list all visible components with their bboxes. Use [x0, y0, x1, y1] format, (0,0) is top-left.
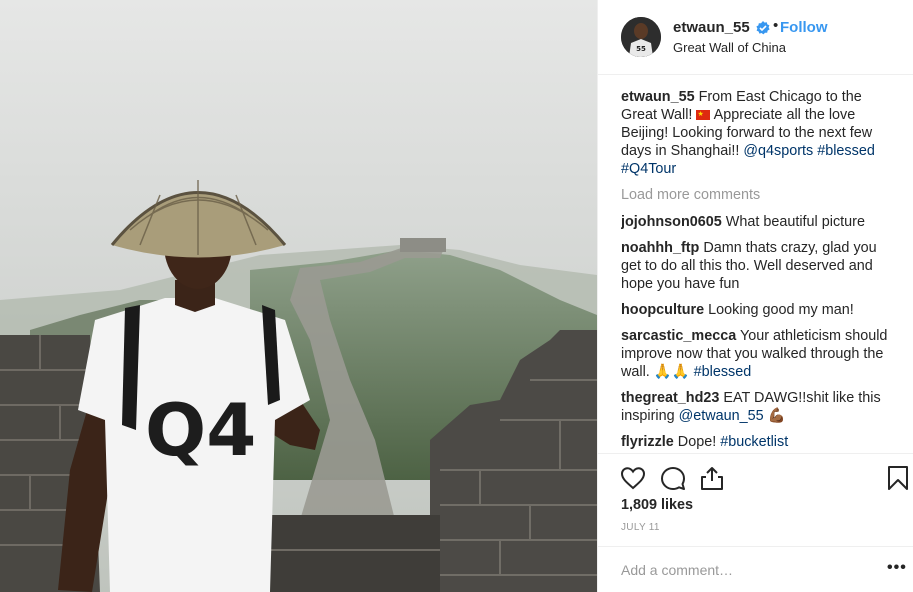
comment-text: Looking good my man! — [704, 302, 854, 318]
load-more-comments-button[interactable]: Load more comments — [621, 186, 899, 204]
post-photo[interactable]: Q4 — [0, 0, 597, 592]
location-link[interactable]: Great Wall of China — [673, 40, 786, 55]
verified-badge-icon — [756, 21, 770, 35]
share-icon[interactable] — [699, 465, 725, 491]
comment-username[interactable]: sarcastic_mecca — [621, 328, 736, 344]
post-date[interactable]: JULY 11 — [621, 522, 660, 533]
comment-mention[interactable]: @etwaun_55 — [679, 408, 764, 424]
post-header: 55 etwaun_55 • Follow Great Wall of Chin… — [598, 0, 913, 75]
post-actions: 1,809 likes JULY 11 — [598, 453, 913, 545]
bookmark-icon[interactable] — [885, 465, 911, 491]
comment-username[interactable]: jojohnson0605 — [621, 214, 722, 230]
caption-mention[interactable]: @q4sports — [743, 143, 813, 159]
caption-hashtag-blessed[interactable]: #blessed — [813, 143, 875, 159]
heart-icon[interactable] — [620, 465, 646, 491]
comment-emoji: 💪🏾 — [763, 408, 786, 424]
comment-text: What beautiful picture — [721, 214, 865, 230]
svg-text:55: 55 — [636, 45, 646, 53]
comment-item: noahhh_ftp Damn thats crazy, glad you ge… — [621, 239, 899, 293]
comment-hashtag[interactable]: #blessed — [694, 364, 752, 380]
comment-username[interactable]: flyrizzle — [621, 434, 674, 450]
more-options-button[interactable]: ••• — [887, 559, 907, 577]
comment-username[interactable]: thegreat_hd23 — [621, 390, 719, 406]
comment-item: sarcastic_mecca Your athleticism should … — [621, 327, 899, 381]
comment-username[interactable]: noahhh_ftp — [621, 240, 699, 256]
caption-hashtag-q4tour[interactable]: #Q4Tour — [621, 161, 676, 177]
comments-list[interactable]: etwaun_55 From East Chicago to the Great… — [621, 88, 899, 452]
great-wall-photo: Q4 — [0, 0, 597, 592]
follow-button[interactable]: Follow — [780, 19, 828, 36]
china-flag-icon — [696, 106, 711, 124]
shirt-logo-text: Q4 — [145, 388, 256, 472]
caption: etwaun_55 From East Chicago to the Great… — [621, 88, 899, 178]
avatar-image: 55 — [621, 17, 661, 57]
post-sidebar: 55 etwaun_55 • Follow Great Wall of Chin… — [597, 0, 913, 592]
comment-item: flyrizzle Dope! #bucketlist — [621, 433, 899, 451]
add-comment-bar: ••• — [598, 546, 913, 592]
username[interactable]: etwaun_55 — [673, 19, 750, 36]
comment-item: jojohnson0605 What beautiful picture — [621, 213, 899, 231]
comment-item: hoopculture Looking good my man! — [621, 301, 899, 319]
caption-username[interactable]: etwaun_55 — [621, 89, 695, 105]
comment-item: thegreat_hd23 EAT DAWG!!shit like this i… — [621, 389, 899, 425]
comment-icon[interactable] — [660, 465, 686, 491]
comment-text: Dope! — [673, 434, 721, 450]
likes-count[interactable]: 1,809 likes — [621, 497, 693, 513]
comment-hashtag[interactable]: #bucketlist — [720, 434, 788, 450]
comment-input[interactable] — [621, 559, 871, 581]
avatar[interactable]: 55 — [621, 17, 661, 57]
separator-dot: • — [773, 17, 779, 34]
comment-username[interactable]: hoopculture — [621, 302, 704, 318]
